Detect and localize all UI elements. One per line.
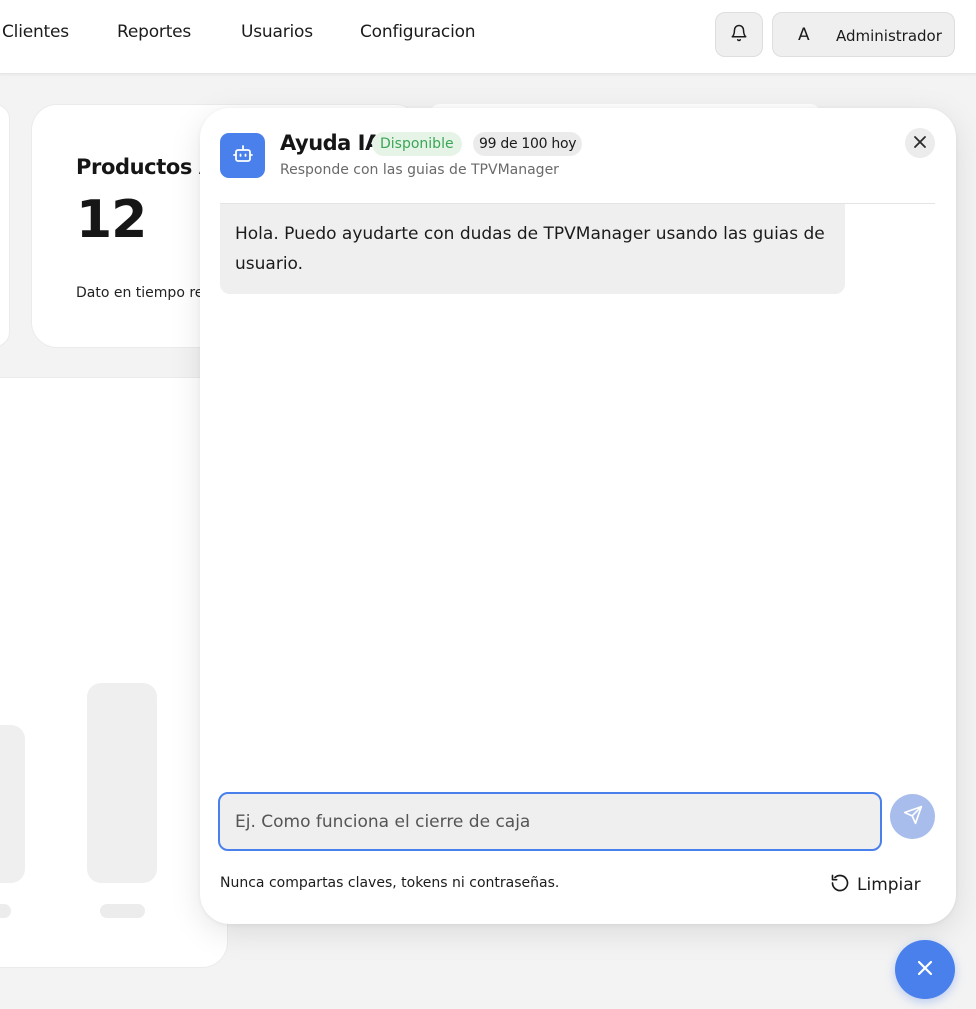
panel-subtitle: Responde con las guias de TPVManager [280,162,559,178]
stat-card-partial [0,104,10,347]
user-name: Administrador [836,27,942,45]
chart-label-placeholder [0,904,11,918]
refresh-icon [830,873,850,898]
notifications-button[interactable] [715,12,763,57]
bell-icon [730,24,748,46]
ai-help-panel: Ayuda IA Disponible 99 de 100 hoy Respon… [200,108,956,924]
nav-link-usuarios[interactable]: Usuarios [241,22,313,42]
bot-icon [231,142,255,170]
usage-quota-badge: 99 de 100 hoy [473,132,583,156]
stat-card-note: Dato en tiempo re [76,285,204,301]
nav-link-reportes[interactable]: Reportes [117,22,191,42]
nav-link-configuracion[interactable]: Configuracion [360,22,476,42]
chart-card-loading [0,377,228,968]
privacy-note: Nunca compartas claves, tokens ni contra… [220,875,560,891]
send-button[interactable] [890,794,935,839]
toggle-assistant-button[interactable] [895,940,955,999]
nav-link-clientes[interactable]: Clientes [2,22,69,42]
assistant-avatar [220,133,265,178]
avatar: A [798,25,810,45]
panel-title: Ayuda IA [280,131,381,155]
close-icon [916,959,934,980]
clear-chat-label: Limpiar [857,875,921,895]
chart-label-placeholder [100,904,145,918]
chat-input[interactable] [218,792,882,851]
assistant-message: Hola. Puedo ayudarte con dudas de TPVMan… [220,204,845,294]
clear-chat-button[interactable]: Limpiar [830,872,921,898]
top-navbar: Clientes Reportes Usuarios Configuracion… [0,0,976,74]
send-icon [903,805,923,828]
stat-card-value: 12 [76,190,147,250]
close-panel-button[interactable] [905,128,935,158]
stat-card-title: Productos A [76,155,215,179]
user-menu-button[interactable]: A Administrador [772,12,955,57]
chart-bar-placeholder [0,725,25,883]
close-icon [913,135,927,152]
status-badge: Disponible [372,132,462,156]
chart-bar-placeholder [87,683,157,883]
